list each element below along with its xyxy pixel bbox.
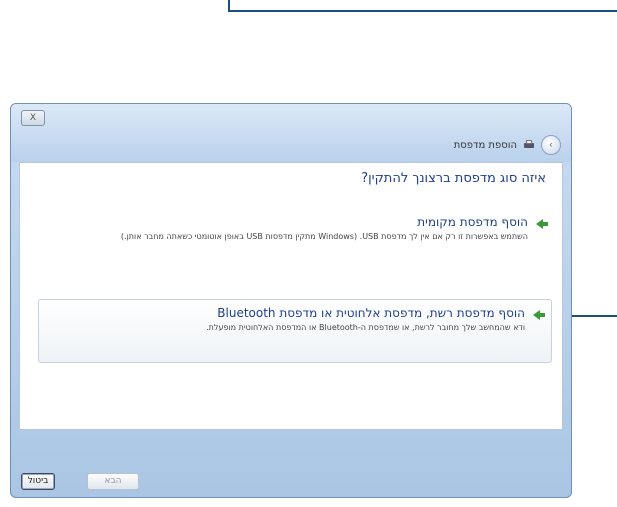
option-network-printer[interactable]: הוסף מדפסת רשת, מדפסת אלחוטית או מדפסת B… xyxy=(38,299,552,363)
option-description: ודא שהמחשב שלך מחובר לרשת, או שמדפסת ה-B… xyxy=(206,323,525,332)
close-button[interactable]: X xyxy=(21,110,45,126)
page-question: איזה סוג מדפסת ברצונך להתקין? xyxy=(361,171,546,186)
navigation-bar: ‹ הוספת מדפסת xyxy=(454,134,561,156)
option-title: הוסף מדפסת רשת, מדפסת אלחוטית או מדפסת B… xyxy=(217,306,525,320)
green-arrow-icon xyxy=(533,309,545,321)
green-arrow-icon xyxy=(536,218,548,230)
wizard-content: איזה סוג מדפסת ברצונך להתקין? הוסף מדפסת… xyxy=(19,162,563,430)
option-text: הוסף מדפסת מקומית השתמש באפשרות זו רק אם… xyxy=(34,215,528,242)
printer-icon xyxy=(523,140,535,150)
callout-frame xyxy=(228,0,617,12)
add-printer-window: X ‹ הוספת מדפסת איזה סוג מדפסת ברצונך לה… xyxy=(10,103,572,498)
option-description: השתמש באפשרות זו רק אם אין לך מדפסת USB.… xyxy=(120,232,528,241)
option-text: הוסף מדפסת רשת, מדפסת אלחוטית או מדפסת B… xyxy=(39,306,525,333)
window-title-bar: X ‹ הוספת מדפסת xyxy=(11,104,571,162)
option-local-printer[interactable]: הוסף מדפסת מקומית השתמש באפשרות זו רק אם… xyxy=(34,215,548,263)
next-button[interactable]: הבא xyxy=(87,473,139,490)
back-arrow-icon[interactable]: ‹ xyxy=(541,135,561,155)
window-title: הוספת מדפסת xyxy=(453,139,517,151)
option-title: הוסף מדפסת מקומית xyxy=(417,215,528,229)
cancel-button[interactable]: ביטול xyxy=(21,473,55,490)
